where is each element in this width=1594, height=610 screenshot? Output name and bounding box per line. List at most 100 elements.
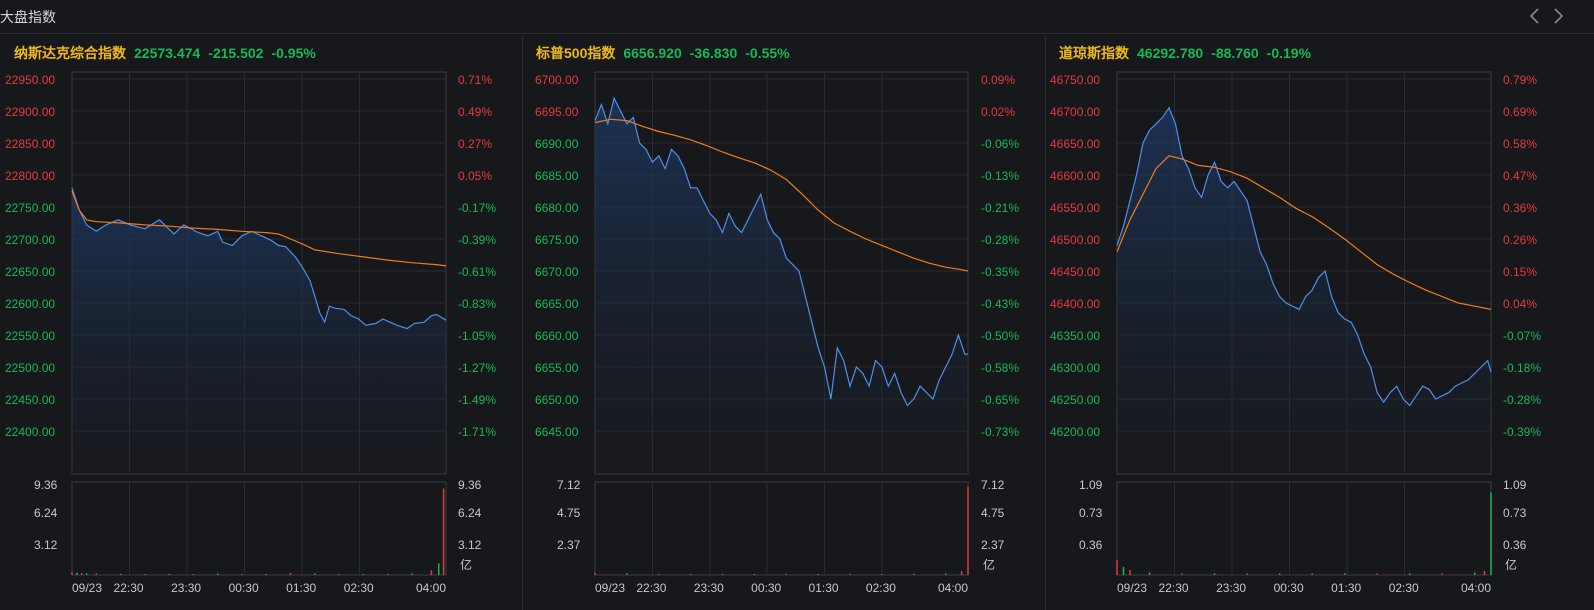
price-tick-label: 6670.00: [535, 265, 579, 279]
volume-tick-label-right: 4.75: [981, 506, 1005, 520]
pct-tick-label: 0.69%: [1503, 105, 1537, 119]
index-change-pct: -0.55%: [745, 45, 790, 61]
nasdaq-chart-panel[interactable]: 纳斯达克综合指数 22573.474 -215.502 -0.95% 22950.00 2…: [0, 36, 522, 610]
pct-tick-label: -0.58%: [981, 361, 1019, 375]
pct-tick-label: 0.79%: [1503, 73, 1537, 87]
price-area: [595, 98, 968, 474]
time-tick-label: 04:00: [1461, 581, 1491, 595]
pct-tick-label: -0.83%: [458, 297, 496, 311]
price-tick-label: 6660.00: [535, 329, 579, 343]
pct-tick-label: 0.15%: [1503, 265, 1537, 279]
sp500-chart-panel[interactable]: 标普500指数 6656.920 -36.830 -0.55% 6700.00 6695.…: [523, 36, 1046, 610]
volume-tick-label: 0.36: [1079, 538, 1103, 552]
price-tick-label: 22600.00: [5, 297, 55, 311]
price-tick-label: 6685.00: [535, 169, 579, 183]
volume-tick-label-right: 2.37: [981, 538, 1005, 552]
volume-tick-label: 3.12: [34, 538, 58, 552]
pct-tick-label: -0.06%: [981, 137, 1019, 151]
price-tick-label: 46200.00: [1050, 425, 1100, 439]
price-tick-label: 22850.00: [5, 137, 55, 151]
time-tick-label: 09/23: [72, 581, 102, 595]
pct-tick-label: -0.28%: [981, 233, 1019, 247]
pct-tick-label: -0.35%: [981, 265, 1019, 279]
price-tick-label: 46750.00: [1050, 73, 1100, 87]
index-change: -88.760: [1211, 45, 1259, 61]
time-tick-label: 22:30: [114, 581, 144, 595]
price-tick-label: 6665.00: [535, 297, 579, 311]
volume-tick-label-right: 0.36: [1503, 538, 1527, 552]
prev-page-button[interactable]: [1526, 6, 1544, 26]
price-tick-label: 22950.00: [5, 73, 55, 87]
price-tick-label: 22400.00: [5, 425, 55, 439]
index-change-pct: -0.19%: [1267, 45, 1312, 61]
pct-tick-label: -0.21%: [981, 201, 1019, 215]
price-tick-label: 46350.00: [1050, 329, 1100, 343]
index-header: 纳斯达克综合指数 22573.474 -215.502 -0.95%: [14, 45, 316, 61]
price-tick-label: 22500.00: [5, 361, 55, 375]
volume-plot-frame: [1116, 481, 1492, 576]
index-header: 标普500指数 6656.920 -36.830 -0.55%: [535, 45, 790, 61]
pct-tick-label: -0.17%: [458, 201, 496, 215]
volume-tick-label: 6.24: [34, 506, 58, 520]
price-tick-label: 22450.00: [5, 393, 55, 407]
time-tick-label: 23:30: [171, 581, 201, 595]
page-title: 大盘指数: [0, 9, 56, 25]
time-tick-label: 04:00: [416, 581, 446, 595]
pct-tick-label: -0.39%: [458, 233, 496, 247]
price-tick-label: 46450.00: [1050, 265, 1100, 279]
time-tick-label: 02:30: [344, 581, 374, 595]
pct-tick-label: 0.49%: [458, 105, 492, 119]
time-tick-label: 01:30: [809, 581, 839, 595]
time-tick-label: 00:30: [229, 581, 259, 595]
pct-tick-label: -0.13%: [981, 169, 1019, 183]
index-change: -36.830: [690, 45, 738, 61]
volume-unit-label: 亿: [460, 557, 472, 572]
chevron-left-icon: [1529, 8, 1539, 24]
pct-tick-label: -0.65%: [981, 393, 1019, 407]
time-tick-label: 22:30: [636, 581, 666, 595]
price-tick-label: 22900.00: [5, 105, 55, 119]
time-tick-label: 00:30: [1274, 581, 1304, 595]
price-tick-label: 6645.00: [535, 425, 579, 439]
price-tick-label: 46250.00: [1050, 393, 1100, 407]
volume-tick-label: 0.73: [1079, 506, 1103, 520]
index-last-price: 22573.474: [134, 45, 200, 61]
pct-tick-label: -0.43%: [981, 297, 1019, 311]
pct-tick-label: -0.28%: [1503, 393, 1541, 407]
pct-tick-label: 0.27%: [458, 137, 492, 151]
pct-tick-label: -0.39%: [1503, 425, 1541, 439]
index-name: 纳斯达克综合指数: [14, 45, 127, 61]
volume-tick-label-right: 6.24: [458, 506, 482, 520]
price-tick-label: 22700.00: [5, 233, 55, 247]
pct-tick-label: 0.04%: [1503, 297, 1537, 311]
time-tick-label: 02:30: [1389, 581, 1419, 595]
volume-tick-label-right: 0.73: [1503, 506, 1527, 520]
index-header: 道琼斯指数 46292.780 -88.760 -0.19%: [1059, 45, 1312, 61]
next-page-button[interactable]: [1549, 6, 1567, 26]
price-tick-label: 46550.00: [1050, 201, 1100, 215]
volume-tick-label: 4.75: [557, 506, 581, 520]
index-name: 标普500指数: [535, 45, 616, 61]
price-tick-label: 46600.00: [1050, 169, 1100, 183]
index-last-price: 46292.780: [1137, 45, 1203, 61]
time-tick-label: 01:30: [286, 581, 316, 595]
pct-tick-label: 0.36%: [1503, 201, 1537, 215]
index-last-price: 6656.920: [623, 45, 682, 61]
price-tick-label: 6700.00: [535, 73, 579, 87]
price-tick-label: 6675.00: [535, 233, 579, 247]
price-tick-label: 6695.00: [535, 105, 579, 119]
chevron-right-icon: [1554, 8, 1564, 24]
price-tick-label: 22550.00: [5, 329, 55, 343]
pct-tick-label: 0.26%: [1503, 233, 1537, 247]
dow-jones-chart-panel[interactable]: 道琼斯指数 46292.780 -88.760 -0.19% 46750.00 46700…: [1046, 36, 1594, 610]
time-tick-label: 04:00: [938, 581, 968, 595]
index-name: 道琼斯指数: [1059, 45, 1130, 61]
pct-tick-label: -1.05%: [458, 329, 496, 343]
market-index-app: 大盘指数 纳斯达克综合指数 22573.474 -215.502 -0.95% 2295…: [0, 0, 1594, 610]
time-tick-label: 01:30: [1331, 581, 1361, 595]
volume-plot-frame: [594, 481, 969, 576]
pct-tick-label: 0.05%: [458, 169, 492, 183]
pct-tick-label: 0.47%: [1503, 169, 1537, 183]
pct-tick-label: -1.71%: [458, 425, 496, 439]
volume-tick-label-right: 3.12: [458, 538, 482, 552]
